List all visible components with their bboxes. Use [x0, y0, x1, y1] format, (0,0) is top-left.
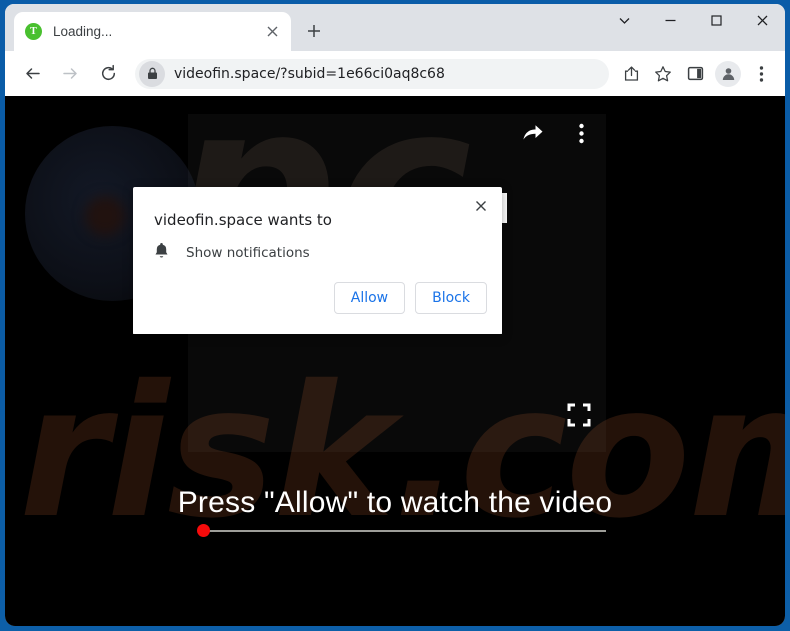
tab-strip: Loading... — [5, 4, 785, 51]
page-viewport: pc risk.com — [5, 96, 785, 626]
forward-button[interactable] — [55, 59, 85, 89]
back-button[interactable] — [17, 59, 47, 89]
tab-favicon-icon — [25, 23, 42, 40]
progress-knob[interactable] — [197, 524, 210, 537]
share-icon[interactable] — [617, 60, 645, 88]
maximize-button[interactable] — [693, 4, 739, 36]
window-controls — [601, 4, 785, 36]
more-vertical-icon[interactable] — [568, 120, 594, 146]
page-headline: Press "Allow" to watch the video — [177, 486, 613, 519]
tab-search-chevron-down-icon[interactable] — [601, 4, 647, 36]
minimize-button[interactable] — [647, 4, 693, 36]
tab-loading[interactable]: Loading... — [14, 12, 291, 51]
background-blob-secondary — [85, 196, 125, 236]
block-button[interactable]: Block — [415, 282, 487, 314]
tab-close-icon[interactable] — [262, 22, 282, 42]
bell-icon — [154, 242, 169, 264]
three-dot-menu-icon[interactable] — [747, 60, 775, 88]
fullscreen-icon[interactable] — [566, 402, 592, 428]
star-icon[interactable] — [649, 60, 677, 88]
browser-toolbar: videofin.space/?subid=1e66ci0aq8c68 — [5, 51, 785, 96]
share-arrow-icon[interactable] — [520, 120, 546, 146]
new-tab-button[interactable] — [300, 17, 328, 45]
video-top-controls — [520, 120, 594, 146]
video-progress-slider[interactable] — [197, 524, 606, 538]
permission-request-label: Show notifications — [186, 245, 310, 261]
dialog-actions: Allow Block — [333, 282, 487, 314]
dialog-close-icon[interactable] — [468, 193, 494, 219]
dialog-title: videofin.space wants to — [154, 211, 332, 229]
lock-icon[interactable] — [139, 60, 165, 87]
reload-button[interactable] — [93, 59, 123, 89]
profile-avatar-icon[interactable] — [715, 60, 741, 87]
close-window-button[interactable] — [739, 4, 785, 36]
progress-track — [198, 530, 606, 532]
side-panel-icon[interactable] — [681, 60, 709, 88]
browser-window: Loading... — [5, 4, 785, 626]
address-bar[interactable]: videofin.space/?subid=1e66ci0aq8c68 — [135, 58, 609, 89]
permission-request-row: Show notifications — [154, 242, 310, 264]
allow-button[interactable]: Allow — [333, 282, 406, 314]
browser-window-frame: Loading... — [0, 0, 790, 631]
url-text[interactable]: videofin.space/?subid=1e66ci0aq8c68 — [174, 66, 445, 82]
tab-title: Loading... — [53, 24, 113, 39]
notification-permission-dialog: videofin.space wants to Show notificatio… — [133, 187, 502, 334]
